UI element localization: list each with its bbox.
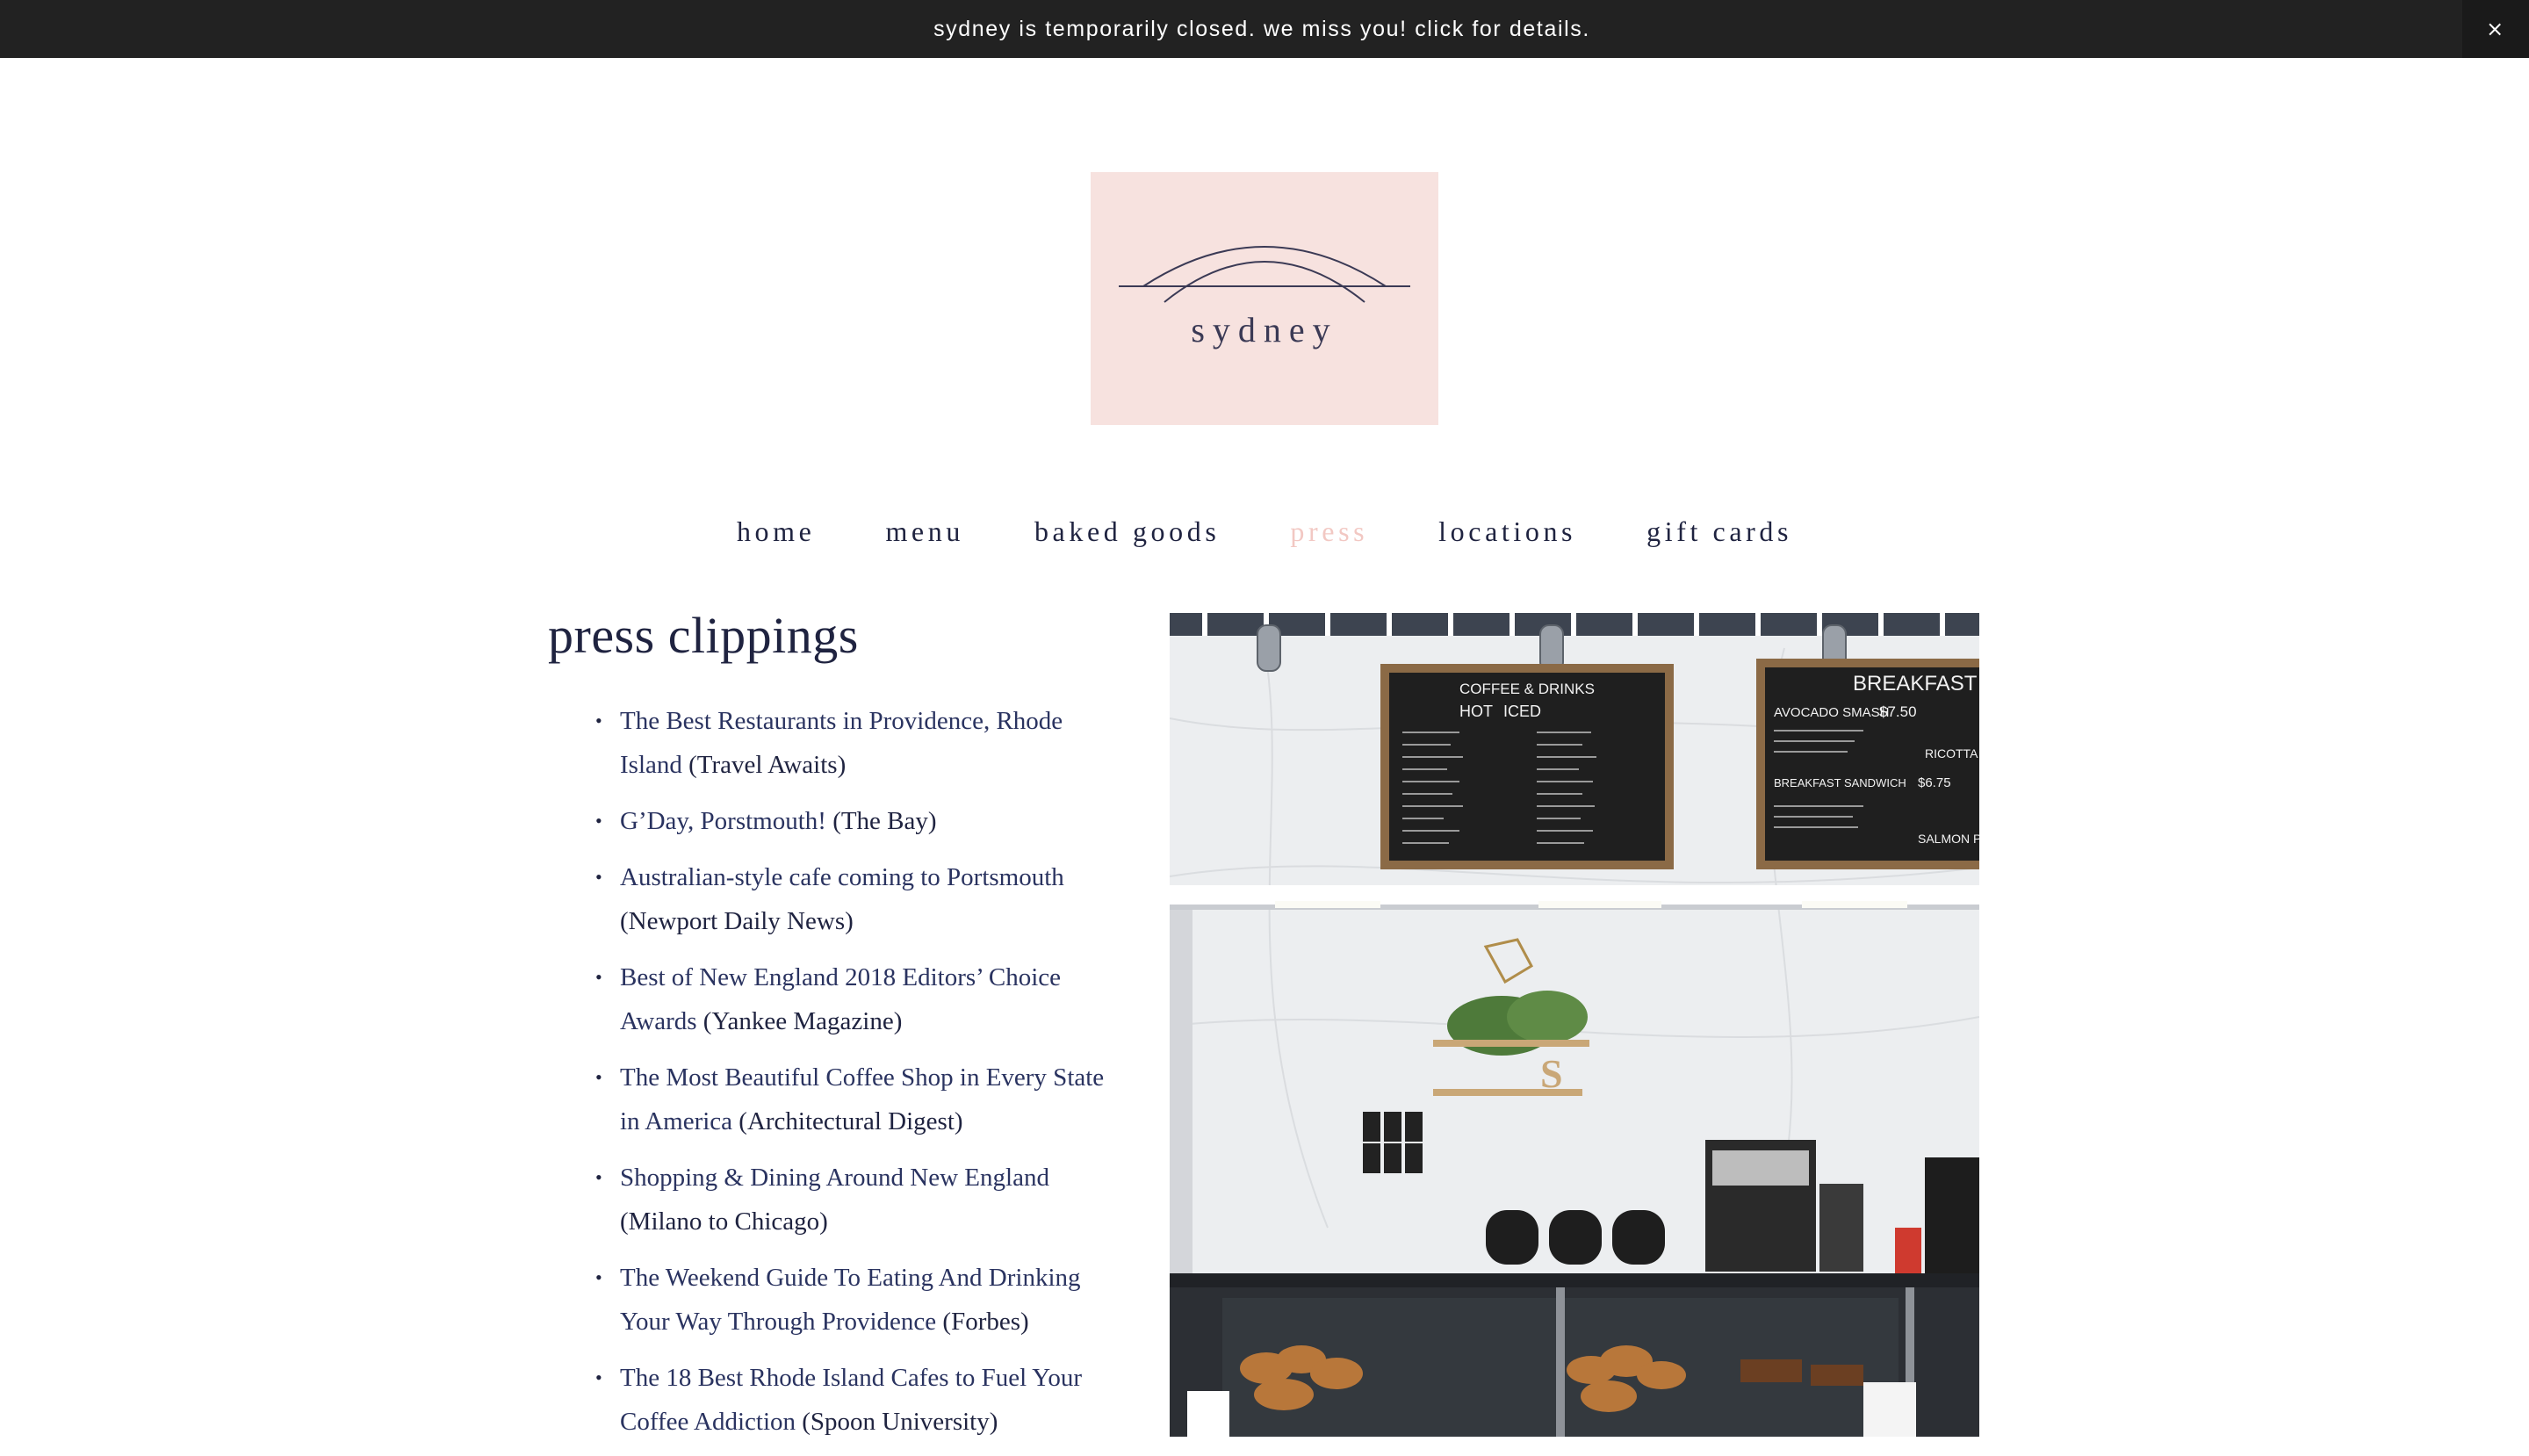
clipping-source: (Yankee Magazine)	[696, 1007, 903, 1035]
bullet-icon: •	[595, 866, 602, 888]
bridge-logo-icon	[1119, 246, 1410, 303]
nav-home[interactable]: home	[737, 509, 816, 553]
shelf-letter: S	[1540, 1051, 1563, 1096]
announcement-bar[interactable]: sydney is temporarily closed. we miss yo…	[0, 0, 2529, 58]
menu-board-item: AVOCADO SMASH	[1774, 705, 1889, 720]
nav-press[interactable]: press	[1290, 509, 1368, 553]
menu-board-item: SALMON PLATT	[1918, 832, 1979, 846]
page-title: press clippings	[548, 607, 859, 664]
clipping-source: (Forbes)	[936, 1308, 1029, 1336]
bullet-icon: •	[595, 810, 602, 832]
logo-wordmark: sydney	[1191, 310, 1338, 350]
clipping-source: (Newport Daily News)	[620, 907, 854, 935]
site-logo[interactable]: sydney	[1091, 172, 1438, 425]
nav-locations[interactable]: locations	[1438, 509, 1576, 553]
main-nav: home menu baked goods press locations gi…	[0, 509, 2529, 553]
menu-board-title: COFFEE & DRINKS	[1459, 681, 1595, 697]
bullet-icon: •	[595, 1066, 602, 1088]
bullet-icon: •	[595, 1166, 602, 1188]
close-icon[interactable]: ×	[2462, 0, 2529, 58]
menu-board-iced: ICED	[1503, 703, 1541, 720]
list-item: • G’Day, Porstmouth! (The Bay)	[595, 799, 1124, 843]
press-clippings-list: • The Best Restaurants in Providence, Rho…	[595, 699, 1124, 1456]
list-item: • Shopping & Dining Around New England (M…	[595, 1156, 1124, 1243]
list-item: • Australian-style cafe coming to Portsmo…	[595, 855, 1124, 943]
announcement-text[interactable]: sydney is temporarily closed. we miss yo…	[933, 17, 1590, 42]
bullet-icon: •	[595, 1266, 602, 1288]
menu-board-item: RICOTTA TO	[1925, 746, 1979, 760]
clipping-link[interactable]: Australian-style cafe coming to Portsmou…	[620, 863, 1064, 891]
nav-baked-goods[interactable]: baked goods	[1034, 509, 1220, 553]
menu-board-hot: HOT	[1459, 703, 1493, 720]
nav-gift-cards[interactable]: gift cards	[1646, 509, 1792, 553]
cafe-counter-illustration: COFFEE & DRINKS HOT ICED BREAKFAST AVOCA…	[1170, 613, 1979, 1437]
clipping-link[interactable]: Shopping & Dining Around New England	[620, 1164, 1049, 1192]
menu-board-price: $6.75	[1918, 775, 1951, 790]
clipping-source: (Travel Awaits)	[681, 751, 847, 779]
menu-board-item: BREAKFAST SANDWICH	[1774, 776, 1906, 789]
nav-menu[interactable]: menu	[885, 509, 964, 553]
clipping-source: (The Bay)	[825, 807, 937, 835]
clipping-link[interactable]: G’Day, Porstmouth!	[620, 807, 826, 835]
clipping-source: (Milano to Chicago)	[620, 1207, 828, 1236]
cafe-counter-photo: COFFEE & DRINKS HOT ICED BREAKFAST AVOCA…	[1170, 613, 1979, 1437]
menu-board-breakfast-title: BREAKFAST	[1853, 672, 1978, 696]
bullet-icon: •	[595, 710, 602, 732]
clipping-source: (Architectural Digest)	[732, 1107, 963, 1135]
list-item: • Best of New England 2018 Editors’ Choic…	[595, 955, 1124, 1043]
list-item: • The Weekend Guide To Eating And Drinkin…	[595, 1256, 1124, 1344]
bullet-icon: •	[595, 1366, 602, 1388]
list-item: • The Most Beautiful Coffee Shop in Every…	[595, 1056, 1124, 1143]
menu-board-price: $7.50	[1879, 703, 1917, 720]
list-item: • The Best Restaurants in Providence, Rho…	[595, 699, 1124, 787]
list-item: • The 18 Best Rhode Island Cafes to Fuel …	[595, 1356, 1124, 1444]
bullet-icon: •	[595, 966, 602, 988]
clipping-source: (Spoon University)	[796, 1408, 998, 1436]
